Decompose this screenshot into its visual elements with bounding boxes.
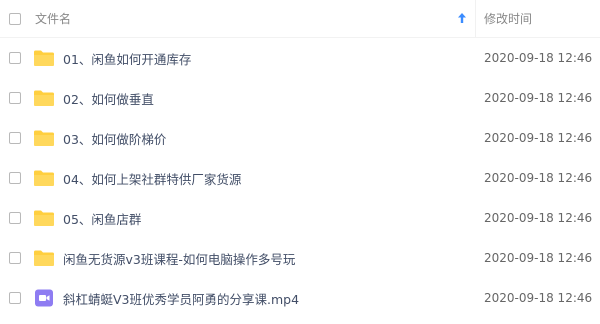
folder-icon[interactable] [33,129,55,147]
folder-icon[interactable] [33,249,55,267]
row-checkbox[interactable] [9,172,21,184]
file-name-cell: 闲鱼无货源v3班课程-如何电脑操作多号玩 [0,238,475,278]
file-name-link[interactable]: 01、闲鱼如何开通库存 [63,49,191,68]
modified-column-header[interactable]: 修改时间 [476,0,600,37]
row-checkbox[interactable] [9,132,21,144]
folder-icon[interactable] [33,209,55,227]
name-column-label: 文件名 [35,12,72,26]
file-row[interactable]: 04、如何上架社群特供厂家货源 2020-09-18 12:46 [0,158,600,198]
video-file-icon[interactable] [33,289,55,307]
folder-icon[interactable] [33,89,55,107]
folder-icon[interactable] [33,169,55,187]
row-checkbox[interactable] [9,292,21,304]
row-checkbox[interactable] [9,92,21,104]
folder-icon[interactable] [33,49,55,67]
modified-column-label: 修改时间 [484,12,533,26]
select-all-checkbox[interactable] [9,12,21,25]
name-column-header[interactable]: 文件名 [0,0,476,37]
file-name-link[interactable]: 05、闲鱼店群 [63,209,141,228]
file-row[interactable]: 01、闲鱼如何开通库存 2020-09-18 12:46 [0,38,600,78]
file-name-cell: 04、如何上架社群特供厂家货源 [0,158,475,198]
file-name-link[interactable]: 04、如何上架社群特供厂家货源 [63,169,241,188]
sort-ascending-arrow-icon[interactable] [457,12,467,24]
file-name-link[interactable]: 闲鱼无货源v3班课程-如何电脑操作多号玩 [63,249,295,268]
file-name-link[interactable]: 02、如何做垂直 [63,89,154,108]
file-row[interactable]: 斜杠蜻蜓V3班优秀学员阿勇的分享课.mp4 2020-09-18 12:46 [0,278,600,318]
file-name-cell: 02、如何做垂直 [0,78,475,118]
modified-time: 2020-09-18 12:46 [484,171,593,185]
row-checkbox[interactable] [9,52,21,64]
row-checkbox[interactable] [9,212,21,224]
file-row[interactable]: 05、闲鱼店群 2020-09-18 12:46 [0,198,600,238]
file-name-cell: 03、如何做阶梯价 [0,118,475,158]
file-name-cell: 斜杠蜻蜓V3班优秀学员阿勇的分享课.mp4 [0,278,475,318]
modified-time: 2020-09-18 12:46 [484,251,593,265]
file-name-cell: 05、闲鱼店群 [0,198,475,238]
file-row[interactable]: 02、如何做垂直 2020-09-18 12:46 [0,78,600,118]
modified-time: 2020-09-18 12:46 [484,131,593,145]
list-header: 文件名 修改时间 [0,0,600,38]
modified-time: 2020-09-18 12:46 [484,211,593,225]
row-checkbox[interactable] [9,252,21,264]
modified-time: 2020-09-18 12:46 [484,51,593,65]
modified-time: 2020-09-18 12:46 [484,291,593,305]
file-row[interactable]: 03、如何做阶梯价 2020-09-18 12:46 [0,118,600,158]
file-row[interactable]: 闲鱼无货源v3班课程-如何电脑操作多号玩 2020-09-18 12:46 [0,238,600,278]
file-name-link[interactable]: 斜杠蜻蜓V3班优秀学员阿勇的分享课.mp4 [63,289,299,308]
file-list: 文件名 修改时间 01、闲鱼如何开通库存 2020-09-18 12:46 02、… [0,0,600,318]
file-name-link[interactable]: 03、如何做阶梯价 [63,129,166,148]
file-name-cell: 01、闲鱼如何开通库存 [0,38,475,78]
modified-time: 2020-09-18 12:46 [484,91,593,105]
